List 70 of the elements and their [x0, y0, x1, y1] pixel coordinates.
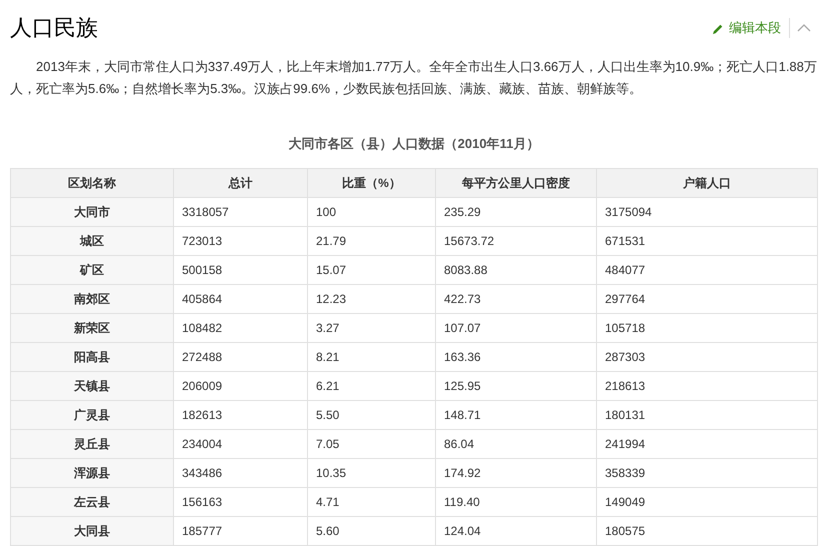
- column-header: 每平方公里人口密度: [436, 169, 597, 197]
- table-cell: 119.40: [436, 488, 597, 516]
- table-cell: 广灵县: [11, 401, 174, 429]
- table-cell: 235.29: [436, 198, 597, 226]
- table-cell: 182613: [174, 401, 308, 429]
- table-cell: 大同市: [11, 198, 174, 226]
- table-cell-text: 484077: [604, 262, 646, 279]
- table-cell-text: 358339: [604, 465, 646, 482]
- table-cell: 15673.72: [436, 227, 597, 255]
- table-cell: 156163: [174, 488, 308, 516]
- table-cell: 148.71: [436, 401, 597, 429]
- table-cell: 15.07: [308, 256, 436, 284]
- table-cell: 新荣区: [11, 314, 174, 342]
- table-cell-text: 180575: [604, 523, 646, 540]
- edit-link[interactable]: 编辑本段: [712, 18, 790, 38]
- table-cell: 4.71: [308, 488, 436, 516]
- column-header: 比重（%）: [308, 169, 436, 197]
- table-cell: 174.92: [436, 459, 597, 487]
- table-cell: 206009: [174, 372, 308, 400]
- table-cell: 矿区: [11, 256, 174, 284]
- table-cell: 6.21: [308, 372, 436, 400]
- table-cell: 21.79: [308, 227, 436, 255]
- table-cell: 天镇县: [11, 372, 174, 400]
- table-cell: 大同县: [11, 517, 174, 545]
- table-cell: 163.36: [436, 343, 597, 371]
- table-cell: 5.60: [308, 517, 436, 545]
- table-cell-text: 218613: [604, 378, 646, 395]
- table-cell: 3.27: [308, 314, 436, 342]
- table-cell: 3318057: [174, 198, 308, 226]
- table-cell-text: 297764: [604, 291, 646, 308]
- table-cell-text: 149049: [604, 494, 646, 511]
- table-cell: 86.04: [436, 430, 597, 458]
- table-cell: 124.04: [436, 517, 597, 545]
- table-cell: 272488: [174, 343, 308, 371]
- section-title: 人口民族: [10, 14, 98, 42]
- table-cell: 185777: [174, 517, 308, 545]
- table-cell: 108482: [174, 314, 308, 342]
- table-cell: 343486: [174, 459, 308, 487]
- paragraph: 2013年末，大同市常住人口为337.49万人，比上年末增加1.77万人。全年全市出生人口3.66万人，人口出生率为10.9‰；死亡人口1.88万人，死亡率为5.6‰；自然增长率为5.3‰。汉族占99.6%，少数民族包括回族、满族、藏族、苗族、朝鲜族等。: [10, 58, 818, 98]
- table-cell-text: 180131: [604, 407, 646, 424]
- table-cell-text: 241994: [604, 436, 646, 453]
- table-cell-text: 3175094: [604, 204, 653, 221]
- table-cell: 500158: [174, 256, 308, 284]
- table-cell: 灵丘县: [11, 430, 174, 458]
- table-cell: 左云县: [11, 488, 174, 516]
- table-cell: 5.50: [308, 401, 436, 429]
- table-cell-text: 105718: [604, 320, 646, 337]
- table-cell: 125.95: [436, 372, 597, 400]
- table-cell: 422.73: [436, 285, 597, 313]
- table-cell: 12.23: [308, 285, 436, 313]
- table-cell: 234004: [174, 430, 308, 458]
- table-cell: 107.07: [436, 314, 597, 342]
- column-header: 区划名称: [11, 169, 174, 197]
- table-cell: 8083.88: [436, 256, 597, 284]
- table-cell: 723013: [174, 227, 308, 255]
- table-cell: 南郊区: [11, 285, 174, 313]
- table-cell: 10.35: [308, 459, 436, 487]
- table-caption: 大同市各区（县）人口数据（2010年11月）: [288, 135, 540, 153]
- table-cell: 7.05: [308, 430, 436, 458]
- table-cell: 405864: [174, 285, 308, 313]
- table-cell-text: 287303: [604, 349, 646, 366]
- table-cell: 浑源县: [11, 459, 174, 487]
- table-cell: 100: [308, 198, 436, 226]
- table-cell-text: 671531: [604, 233, 646, 250]
- column-header: 户籍人口: [682, 175, 732, 192]
- chevron-up-icon: [797, 24, 811, 32]
- table-cell: 城区: [11, 227, 174, 255]
- table-cell: 阳高县: [11, 343, 174, 371]
- column-header: 总计: [174, 169, 308, 197]
- table-cell: 8.21: [308, 343, 436, 371]
